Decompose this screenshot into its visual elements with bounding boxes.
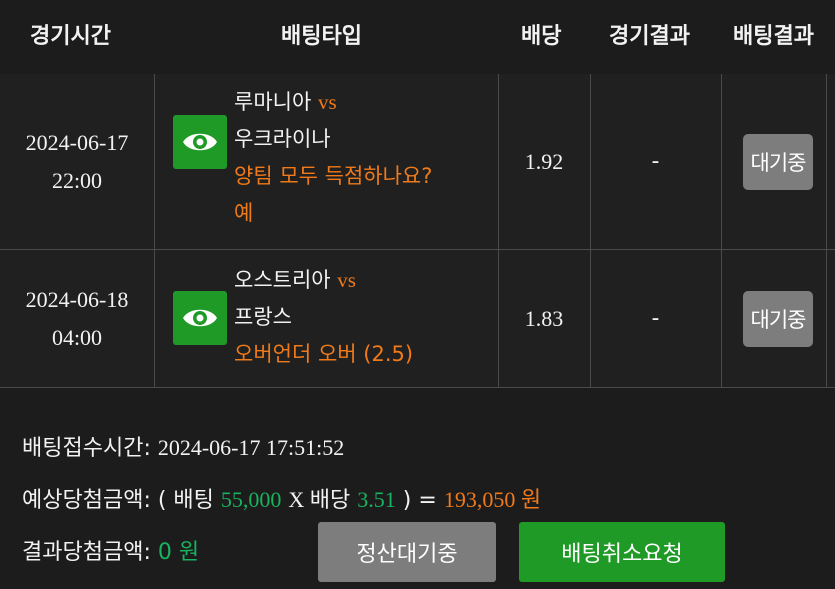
table-row: 2024-06-18 04:00 오스트리아 vs 프랑스 오버언더 오버 (2… [0,250,835,388]
received-label: 배팅접수시간: [22,436,151,461]
settle-pending-button[interactable]: 정산대기중 [318,522,496,582]
bet-odds: 1.83 [524,305,564,331]
received-time-line: 배팅접수시간: 2024-06-17 17:51:52 [22,430,344,462]
game-result: - [651,306,660,331]
game-time: 04:00 [51,324,103,350]
game-result: - [651,149,660,174]
bet-info: 루마니아 vs 우크라이나 양팀 모두 득점하나요? 예 [234,84,432,232]
result-label: 결과당첨금액: [22,540,151,565]
game-datetime: 2024-06-17 22:00 [0,74,154,249]
equals-label: ) = [402,488,437,513]
table-row: 2024-06-17 22:00 루마니아 vs 우크라이나 양팀 모두 득점하… [0,74,835,250]
game-date: 2024-06-17 [25,129,129,155]
game-time: 22:00 [51,167,103,193]
expected-label: 예상당첨금액: [22,488,151,513]
bet-pick: 예 [234,201,254,225]
cancel-bet-button[interactable]: 배팅취소요청 [519,522,725,582]
header-odds: 배당 [521,24,562,49]
header-bet-result: 배팅결과 [733,24,814,49]
bet-table: 2024-06-17 22:00 루마니아 vs 우크라이나 양팀 모두 득점하… [0,74,835,388]
table-header: 경기시간 배팅타입 배당 경기결과 배팅결과 [0,0,835,74]
header-bet-type: 배팅타입 [281,24,362,49]
result-amount: 0 원 [157,540,200,565]
total-odds: 3.51 [357,487,396,512]
eye-icon [183,133,217,151]
times-label: X 배당 [288,487,351,512]
eye-icon [183,309,217,327]
vs-label: vs [317,90,337,114]
bet-odds: 1.92 [524,148,564,174]
status-pending-button[interactable]: 대기중 [743,134,813,190]
bet-info: 오스트리아 vs 프랑스 오버언더 오버 (2.5) [234,262,413,373]
game-datetime: 2024-06-18 04:00 [0,250,154,387]
expected-open: ( 배팅 [157,488,214,513]
view-details-button[interactable] [173,291,227,345]
away-team: 프랑스 [234,305,292,329]
result-amount-line: 결과당첨금액: 0 원 [22,534,199,566]
home-team: 루마니아 [234,90,312,114]
bet-amount: 55,000 [220,487,282,512]
header-game-result: 경기결과 [609,24,690,49]
game-date: 2024-06-18 [25,286,129,312]
expected-amount-line: 예상당첨금액: ( 배팅 55,000 X 배당 3.51 ) = 193,05… [22,482,541,514]
away-team: 우크라이나 [234,127,331,151]
received-time: 2024-06-17 17:51:52 [157,435,345,460]
expected-amount: 193,050 원 [443,487,542,512]
bet-market: 양팀 모두 득점하나요? [234,164,433,188]
vs-label: vs [337,268,356,292]
view-details-button[interactable] [173,115,227,169]
status-pending-button[interactable]: 대기중 [743,291,813,347]
home-team: 오스트리아 [234,268,331,292]
bet-market: 오버언더 오버 (2.5) [234,342,414,366]
header-time: 경기시간 [30,24,111,49]
